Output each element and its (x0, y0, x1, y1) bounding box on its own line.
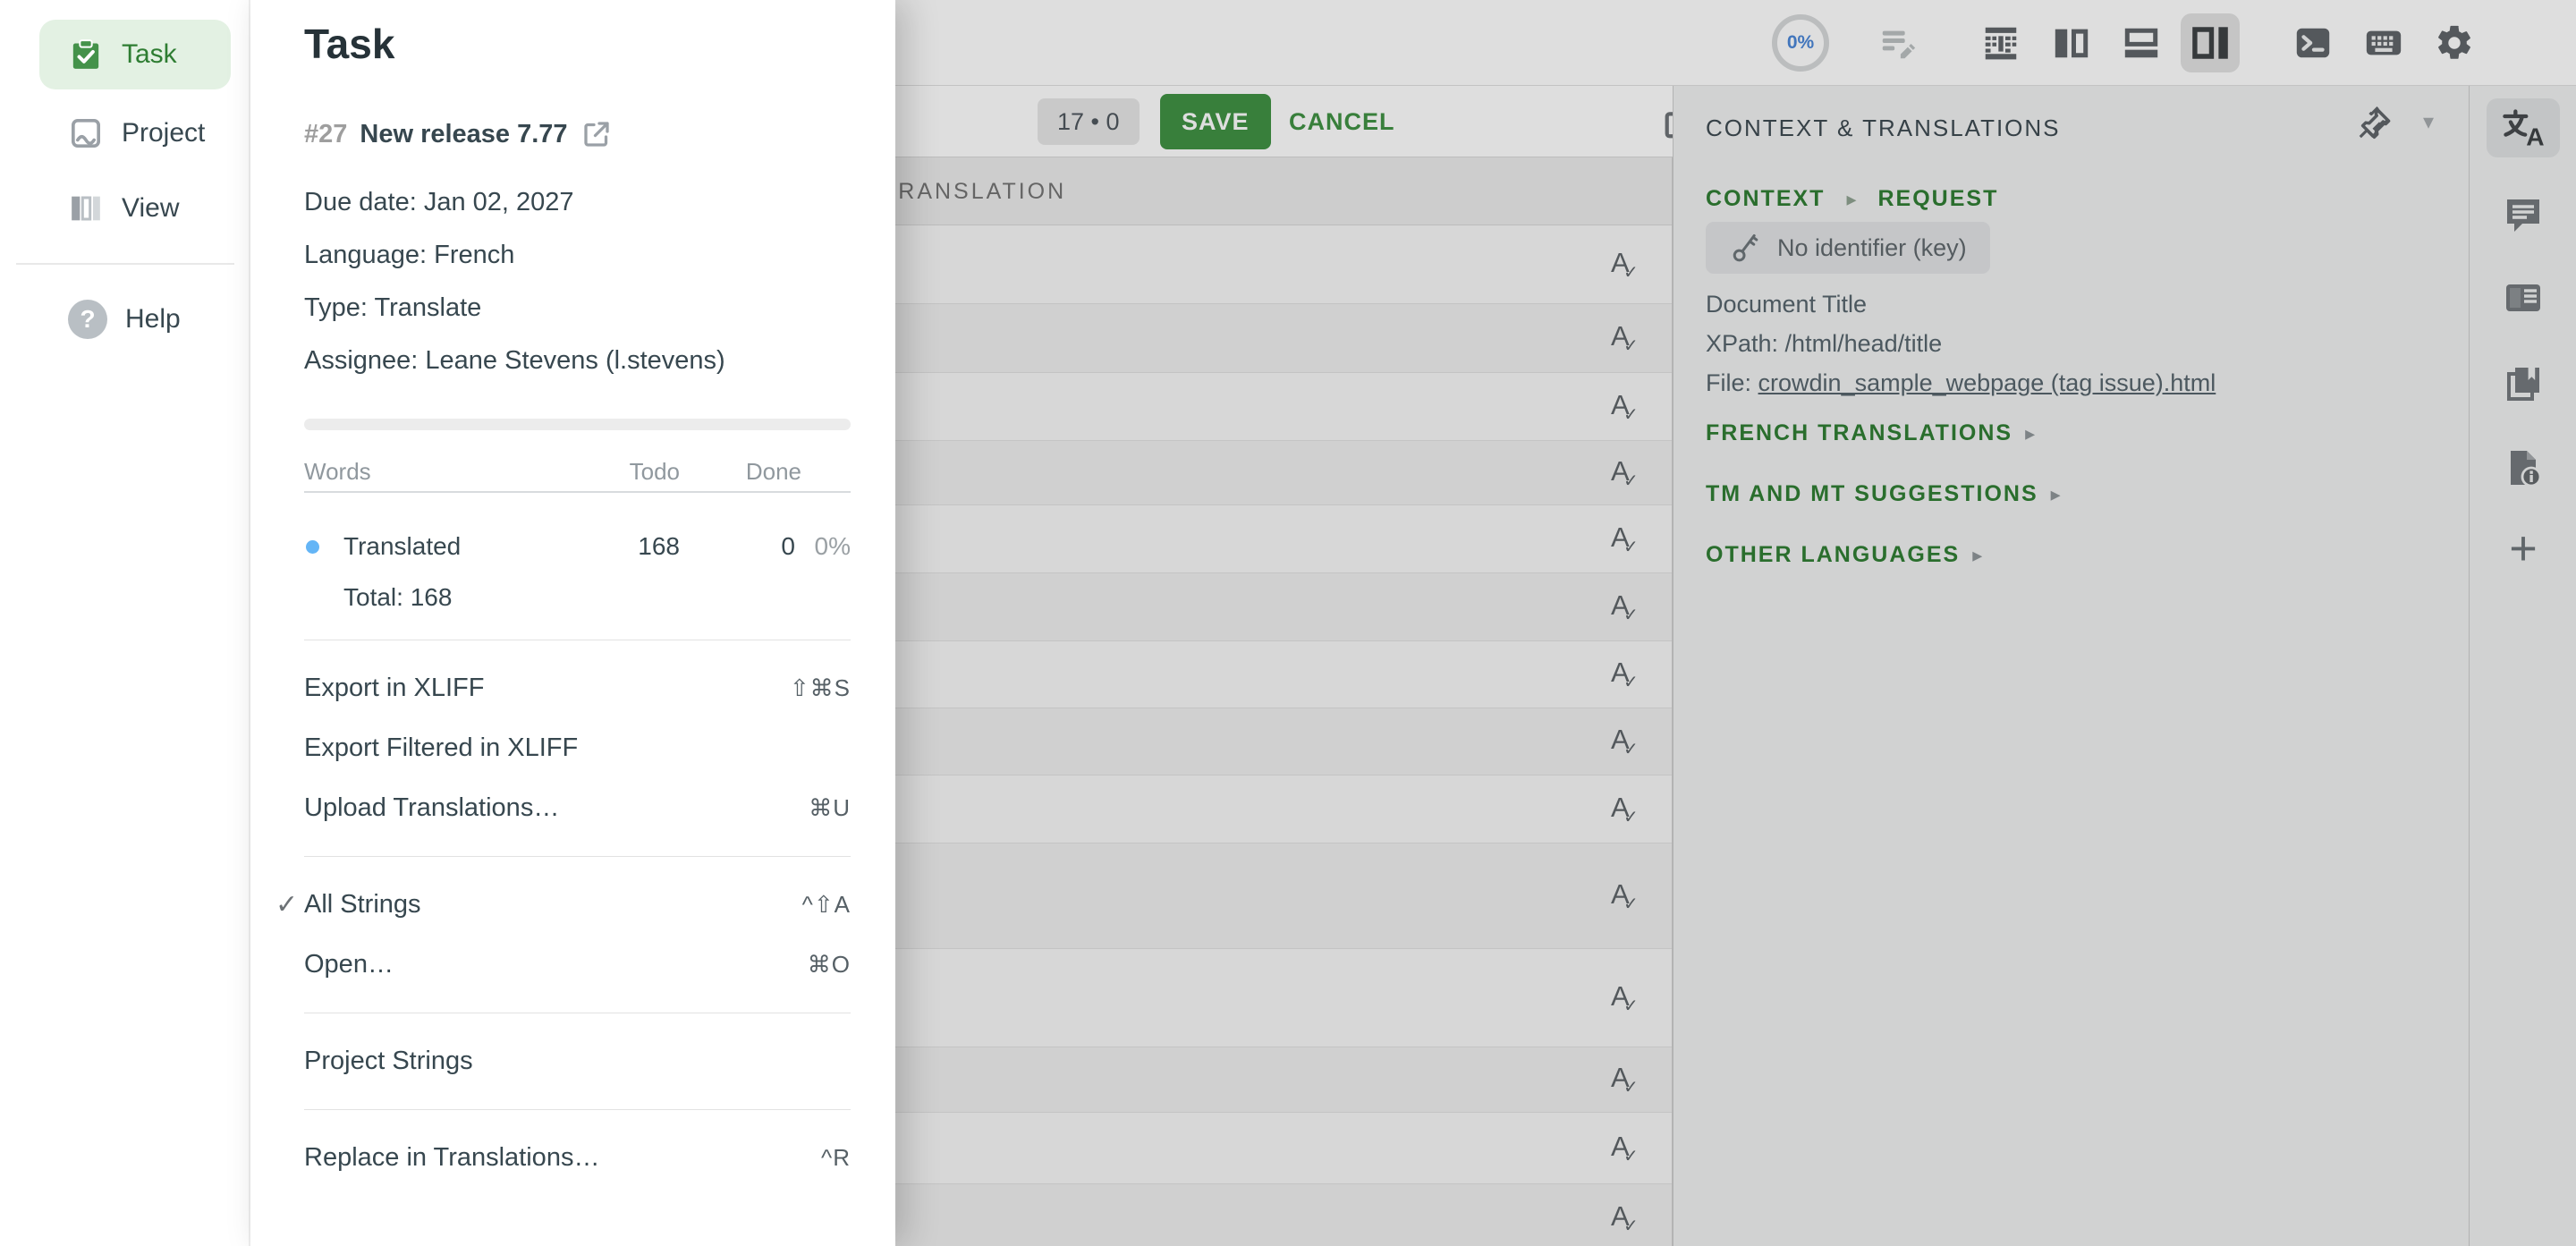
task-type: Type: Translate (304, 292, 725, 323)
menu-divider (304, 1109, 851, 1110)
open-task-link-button[interactable] (580, 118, 613, 150)
menu-item-shortcut: ^R (821, 1144, 851, 1172)
translated-percent: 0% (815, 532, 851, 561)
task-details: Due date: Jan 02, 2027 Language: French … (304, 187, 725, 398)
sidebar: Task Project View ? Help (0, 0, 250, 1246)
sidebar-item-help[interactable]: ? Help (39, 284, 231, 354)
task-progress-bar (304, 419, 851, 430)
menu-item-shortcut: ⇧⌘S (790, 674, 851, 702)
words-header-underline (304, 491, 851, 493)
menu-item-shortcut: ⌘U (809, 794, 851, 822)
menu-divider (304, 856, 851, 857)
task-language: Language: French (304, 240, 725, 270)
task-panel-title: Task (304, 20, 394, 68)
sidebar-item-task[interactable]: Task (39, 20, 231, 89)
menu-item-label: Replace in Translations… (304, 1143, 599, 1173)
task-menu-item[interactable]: Export Filtered in XLIFF (304, 718, 851, 778)
task-menu-item[interactable]: Upload Translations… ⌘U (304, 778, 851, 838)
todo-column: Todo (630, 458, 680, 486)
task-menu-item[interactable]: Replace in Translations… ^R (304, 1128, 851, 1188)
task-menu-item[interactable]: Export in XLIFF ⇧⌘S (304, 658, 851, 718)
translated-label: Translated (343, 532, 461, 561)
task-assignee: Assignee: Leane Stevens (l.stevens) (304, 345, 725, 376)
task-name: New release 7.77 (360, 120, 567, 149)
help-icon: ? (68, 300, 107, 339)
menu-item-label: Upload Translations… (304, 793, 559, 823)
menu-item-label: Project Strings (304, 1047, 473, 1076)
menu-item-shortcut: ⌘O (808, 951, 851, 979)
task-id-row: #27 New release 7.77 (304, 118, 613, 150)
task-menu: Export in XLIFF ⇧⌘S Export Filtered in XLI… (304, 658, 851, 1188)
words-total: Total: 168 (343, 583, 452, 612)
sidebar-item-label: View (122, 193, 179, 224)
words-table-header: Words Todo Done (304, 458, 851, 488)
task-menu-item[interactable]: ✓All Strings^⇧A (304, 875, 851, 935)
project-icon (68, 115, 104, 151)
task-menu-item[interactable]: Project Strings (304, 1031, 851, 1091)
menu-item-label: Open… (304, 950, 394, 979)
translated-dot (306, 540, 319, 554)
task-clipboard-icon (68, 37, 104, 72)
external-link-icon (580, 118, 613, 150)
sidebar-item-label: Help (125, 304, 181, 335)
done-column: Done (746, 458, 801, 486)
menu-item-label: Export Filtered in XLIFF (304, 733, 578, 763)
words-translated-row: Translated 168 0 0% (304, 532, 851, 563)
menu-item-label: Export in XLIFF (304, 674, 484, 703)
translated-done-value: 0 (781, 532, 795, 561)
task-menu-item[interactable]: Open… ⌘O (304, 935, 851, 995)
menu-item-shortcut: ^⇧A (802, 891, 851, 919)
sidebar-divider (16, 263, 234, 265)
translated-todo-value: 168 (638, 532, 680, 561)
menu-item-label: All Strings (304, 890, 421, 920)
task-id: #27 (304, 120, 347, 149)
sidebar-item-project[interactable]: Project (39, 98, 231, 168)
check-icon: ✓ (275, 889, 298, 920)
view-columns-icon (68, 191, 104, 226)
sidebar-item-view[interactable]: View (39, 174, 231, 243)
task-due-date: Due date: Jan 02, 2027 (304, 187, 725, 217)
task-panel: Task #27 New release 7.77 Due date: Jan … (250, 0, 895, 1246)
sidebar-item-label: Task (122, 39, 177, 70)
sidebar-item-label: Project (122, 118, 205, 148)
words-column: Words (304, 458, 371, 486)
